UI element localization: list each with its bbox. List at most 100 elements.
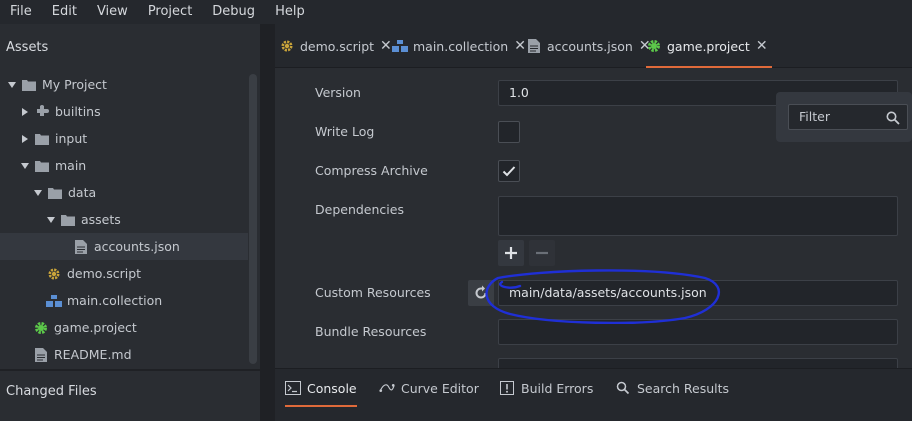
folder-icon [34, 158, 50, 174]
bundle-resources-field[interactable] [498, 319, 898, 345]
tree-item-input[interactable]: input [0, 125, 248, 152]
file-icon [526, 38, 542, 54]
tree-item-label: demo.script [67, 266, 142, 281]
assets-panel: Assets My Project builtins input main da… [0, 24, 260, 421]
vertical-splitter[interactable] [260, 24, 275, 421]
plus-icon [505, 247, 517, 259]
tab-game-project[interactable]: game.project ✕ [646, 24, 772, 68]
folder-icon [34, 131, 50, 147]
compress-archive-label: Compress Archive [315, 163, 428, 178]
tree-item-label: assets [81, 212, 121, 227]
collection-icon [46, 293, 62, 309]
file-icon [33, 347, 49, 363]
close-icon[interactable]: ✕ [380, 38, 392, 54]
next-setting-field[interactable] [498, 358, 898, 368]
minus-icon [536, 251, 548, 255]
menu-debug[interactable]: Debug [202, 0, 265, 24]
curve-icon [379, 380, 395, 396]
collapse-arrow-icon[interactable] [19, 133, 31, 145]
tree-item-label: README.md [54, 347, 132, 362]
tree-item-label: main.collection [67, 293, 163, 308]
search-icon [615, 380, 631, 396]
tree-item-label: My Project [42, 77, 107, 92]
close-icon[interactable]: ✕ [756, 38, 768, 54]
dependencies-list[interactable] [498, 196, 898, 236]
tab-demo-script[interactable]: demo.script ✕ [279, 24, 392, 68]
tab-build-errors[interactable]: Build Errors [499, 369, 593, 407]
tree-item-label: game.project [54, 320, 137, 335]
assets-panel-title: Assets [6, 40, 49, 55]
compress-archive-checkbox[interactable] [498, 160, 520, 182]
tree-item-data[interactable]: data [0, 179, 248, 206]
tree-item-label: builtins [55, 104, 101, 119]
tab-label: game.project [667, 38, 750, 54]
dependencies-label: Dependencies [315, 202, 404, 217]
menu-bar: File Edit View Project Debug Help [0, 0, 912, 24]
tab-console[interactable]: Console [285, 369, 357, 407]
bundle-resources-label: Bundle Resources [315, 324, 427, 339]
tab-label: accounts.json [547, 38, 633, 54]
bottom-panel: Console Curve Editor Build Errors Search… [275, 368, 912, 421]
script-gear-icon [46, 266, 62, 282]
write-log-checkbox[interactable] [498, 121, 520, 143]
changed-files-title: Changed Files [6, 384, 97, 399]
tab-label: Console [307, 380, 357, 396]
expand-arrow-icon[interactable] [6, 79, 18, 91]
tree-item-label: input [55, 131, 88, 146]
script-gear-icon [279, 38, 295, 54]
tree-item-label: accounts.json [94, 239, 180, 254]
menu-project[interactable]: Project [138, 0, 202, 24]
tab-label: Curve Editor [401, 380, 479, 396]
menu-view[interactable]: View [87, 0, 138, 24]
project-gear-icon [33, 320, 49, 336]
tab-label: demo.script [300, 38, 375, 54]
menu-file[interactable]: File [0, 0, 42, 24]
filter-popup: Filter [776, 92, 912, 142]
tab-accounts-json[interactable]: accounts.json ✕ [526, 24, 651, 68]
expand-arrow-icon[interactable] [32, 187, 44, 199]
tab-label: Build Errors [521, 380, 594, 396]
tree-item-game-project[interactable]: game.project [0, 314, 248, 341]
custom-resources-field[interactable]: main/data/assets/accounts.json [498, 280, 898, 306]
collection-icon [392, 38, 408, 54]
close-icon[interactable]: ✕ [514, 38, 526, 54]
tree-item-accounts-json[interactable]: accounts.json [0, 233, 248, 260]
tab-label: main.collection [413, 38, 509, 54]
tree-item-my-project[interactable]: My Project [0, 71, 248, 98]
console-icon [285, 380, 301, 396]
tree-item-main[interactable]: main [0, 152, 248, 179]
builtins-puzzle-icon [34, 104, 50, 120]
folder-icon [21, 77, 37, 93]
reset-icon [475, 285, 487, 299]
write-log-label: Write Log [315, 124, 375, 139]
expand-arrow-icon[interactable] [45, 214, 57, 226]
tab-main-collection[interactable]: main.collection ✕ [392, 24, 526, 68]
tree-item-label: main [55, 158, 87, 173]
remove-dependency-button[interactable] [529, 240, 555, 266]
tree-item-main-collection[interactable]: main.collection [0, 287, 248, 314]
tab-search-results[interactable]: Search Results [615, 369, 729, 407]
tree-item-label: data [68, 185, 97, 200]
collapse-arrow-icon[interactable] [19, 106, 31, 118]
version-label: Version [315, 85, 361, 100]
error-icon [499, 380, 515, 396]
reset-custom-resources-button[interactable] [468, 280, 494, 306]
checkmark-icon [502, 166, 516, 177]
tree-item-builtins[interactable]: builtins [0, 98, 248, 125]
panel-divider[interactable] [0, 369, 260, 371]
project-gear-icon [646, 38, 662, 54]
menu-help[interactable]: Help [265, 0, 315, 24]
add-dependency-button[interactable] [498, 240, 524, 266]
search-icon [886, 111, 900, 125]
expand-arrow-icon[interactable] [19, 160, 31, 172]
asset-tree-scrollbar[interactable] [249, 74, 257, 364]
menu-edit[interactable]: Edit [42, 0, 87, 24]
folder-icon [47, 185, 63, 201]
custom-resources-label: Custom Resources [315, 285, 431, 300]
tree-item-readme[interactable]: README.md [0, 341, 248, 368]
folder-icon [60, 212, 76, 228]
tree-item-demo-script[interactable]: demo.script [0, 260, 248, 287]
tree-item-assets[interactable]: assets [0, 206, 248, 233]
tab-curve-editor[interactable]: Curve Editor [379, 369, 479, 407]
file-icon [73, 239, 89, 255]
